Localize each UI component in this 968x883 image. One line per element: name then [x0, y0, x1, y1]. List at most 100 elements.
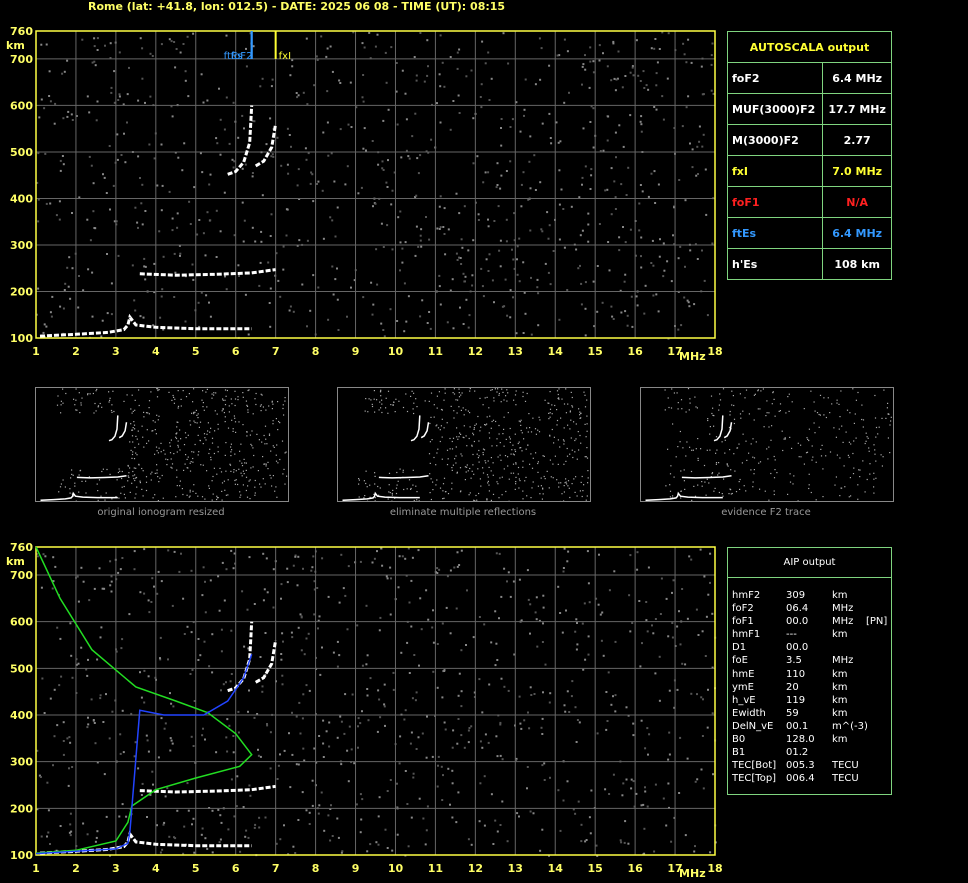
aip-value: 00.0	[786, 616, 809, 628]
noise-dot	[636, 304, 639, 307]
thumb-dot	[129, 467, 131, 469]
noise-dot	[711, 242, 714, 245]
thumb-dot	[526, 495, 528, 497]
noise-dot	[501, 758, 504, 761]
noise-dot	[211, 671, 214, 674]
noise-dot	[58, 684, 61, 687]
thumb-dot	[206, 388, 208, 390]
noise-dot	[139, 591, 142, 594]
x-tick-label: 1	[32, 345, 40, 358]
thumb-dot	[874, 449, 876, 451]
thumb-dot	[739, 413, 742, 415]
noise-dot	[296, 584, 299, 587]
thumb-dot	[191, 451, 193, 453]
aip-unit: TECU	[832, 773, 859, 785]
noise-dot	[576, 622, 578, 624]
noise-dot	[257, 754, 260, 757]
noise-dot	[220, 628, 223, 631]
noise-dot	[643, 827, 646, 830]
y-tick-label: 100	[10, 849, 33, 862]
noise-dot	[86, 726, 89, 729]
noise-dot	[305, 684, 308, 687]
noise-dot	[169, 692, 171, 695]
thumb-dot	[96, 483, 98, 485]
noise-dot	[559, 612, 562, 614]
noise-dot	[191, 263, 194, 266]
noise-dot	[56, 724, 59, 727]
noise-dot	[272, 155, 275, 158]
noise-dot	[647, 195, 650, 198]
noise-dot	[455, 607, 458, 610]
noise-dot	[668, 753, 671, 756]
noise-dot	[542, 594, 545, 597]
thumb-dot	[705, 494, 707, 496]
thumb-dot	[478, 461, 480, 463]
aip-value: 59	[786, 707, 799, 719]
noise-dot	[658, 255, 661, 258]
noise-dot	[288, 134, 291, 136]
noise-dot	[269, 325, 272, 328]
thumb-dot	[586, 399, 588, 401]
thumb-dot	[196, 414, 198, 416]
noise-dot	[42, 331, 45, 334]
thumb-dot	[159, 477, 161, 479]
thumb-dot	[868, 450, 870, 452]
thumb-dot	[197, 413, 199, 415]
thumb-dot	[249, 479, 251, 481]
caption-multiple: eliminate multiple reflections	[389, 507, 537, 518]
noise-dot	[662, 275, 665, 278]
thumb-dot	[211, 480, 213, 482]
noise-dot	[523, 291, 526, 294]
thumb-dot	[497, 483, 499, 485]
noise-dot	[179, 51, 182, 54]
noise-dot	[470, 69, 473, 72]
noise-dot	[191, 823, 193, 826]
thumb-dot	[223, 480, 225, 482]
noise-dot	[612, 695, 614, 698]
noise-dot	[286, 163, 289, 166]
thumb-dot	[579, 434, 581, 437]
noise-dot	[499, 721, 502, 724]
noise-dot	[407, 845, 410, 848]
thumb-dot	[143, 446, 145, 448]
thumb-dot	[569, 496, 571, 499]
noise-dot	[277, 764, 280, 767]
noise-dot	[413, 56, 416, 58]
noise-dot	[211, 633, 214, 636]
noise-dot	[704, 655, 707, 657]
noise-dot	[418, 664, 420, 667]
noise-dot	[312, 555, 315, 558]
noise-dot	[599, 613, 602, 616]
thumb-dot	[569, 410, 571, 412]
noise-dot	[118, 95, 121, 98]
thumb-dot	[562, 439, 565, 441]
noise-dot	[206, 99, 209, 102]
thumb-dot	[78, 491, 80, 493]
thumb-dot	[439, 429, 441, 431]
thumb-dot	[850, 495, 852, 497]
noise-dot	[382, 119, 385, 122]
thumb-dot	[230, 398, 232, 400]
noise-dot	[140, 696, 143, 699]
noise-dot	[644, 747, 647, 750]
noise-dot	[606, 65, 609, 68]
thumb-dot	[154, 421, 156, 423]
thumb-dot	[569, 428, 571, 430]
noise-dot	[77, 662, 80, 665]
thumb-dot	[779, 403, 782, 405]
thumb-dot	[580, 412, 582, 414]
thumb-dot	[701, 481, 703, 483]
thumb-dot	[75, 399, 77, 401]
noise-dot	[283, 749, 286, 752]
thumb-dot	[733, 453, 735, 455]
thumb-dot	[825, 455, 827, 457]
noise-dot	[171, 115, 174, 118]
noise-dot	[452, 327, 455, 330]
thumb-dot	[883, 389, 885, 391]
thumb-dot	[392, 489, 394, 491]
noise-dot	[612, 40, 615, 43]
noise-dot	[439, 34, 442, 37]
noise-dot	[465, 75, 468, 78]
aip-value: 06.4	[786, 603, 809, 615]
thumb-dot	[148, 440, 150, 442]
